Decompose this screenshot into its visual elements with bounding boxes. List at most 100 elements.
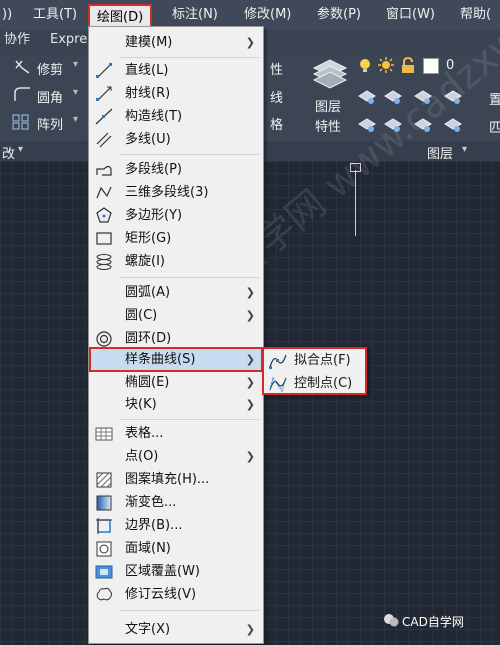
fillet-button[interactable]: 圆角: [37, 87, 63, 106]
modify-panel-title[interactable]: 改: [2, 143, 15, 162]
sun-icon[interactable]: [378, 57, 395, 74]
wipeout-icon: [95, 565, 113, 579]
menu-item-label: 点(O): [125, 449, 159, 464]
polyline-icon: [96, 165, 112, 176]
fillet-dropdown-icon[interactable]: ▾: [73, 87, 78, 98]
menu-item-circle[interactable]: 圆(C) ❯: [89, 304, 263, 327]
modify-panel-expand-icon[interactable]: ▾: [18, 144, 23, 155]
menu-item-arc[interactable]: 圆弧(A) ❯: [89, 281, 263, 304]
current-layer-value[interactable]: 0: [446, 58, 454, 73]
menu-item-label: 区域覆盖(W): [125, 564, 200, 579]
menu-item-label: 矩形(G): [125, 231, 172, 246]
submenu-arrow-icon: ❯: [245, 623, 255, 636]
menu-item-polyline[interactable]: 多段线(P): [89, 158, 263, 181]
menu-item-point[interactable]: 点(O) ❯: [89, 445, 263, 468]
donut-icon: [96, 331, 112, 347]
menu-item-polygon[interactable]: 多边形(Y): [89, 204, 263, 227]
trim-button[interactable]: 修剪: [37, 59, 63, 78]
menu-item-line[interactable]: 直线(L): [89, 59, 263, 82]
layer-color-swatch[interactable]: [423, 58, 439, 74]
layer-properties-label-2[interactable]: 特性: [315, 116, 341, 135]
menu-item-revcloud[interactable]: 修订云线(V): [89, 583, 263, 606]
menu-item-tools[interactable]: 工具(T): [33, 0, 77, 30]
3d-polyline-icon: [96, 186, 112, 199]
ribbon-fragment-2: 线: [270, 91, 284, 106]
menu-item-label: 渐变色...: [125, 495, 177, 510]
menu-item-window[interactable]: 窗口(W): [386, 0, 435, 30]
menu-item-label: 椭圆(E): [125, 375, 170, 390]
submenu-item-control-vertices[interactable]: 控制点(C): [264, 373, 365, 395]
menu-item-label: 圆(C): [125, 308, 158, 323]
menu-item-label: 块(K): [125, 397, 157, 412]
menu-item-label: 螺旋(I): [125, 254, 165, 269]
boundary-icon: [96, 518, 112, 534]
ribbon-fragment-3: 格: [270, 118, 284, 133]
menu-item-block[interactable]: 块(K) ❯: [89, 393, 263, 416]
menu-item-label: 多段线(P): [125, 162, 182, 177]
menu-separator: [119, 277, 259, 278]
control-vertices-icon: [269, 376, 287, 393]
fillet-icon: [14, 87, 30, 101]
menu-item-label: 建模(M): [125, 35, 173, 50]
menu-item-rectangle[interactable]: 矩形(G): [89, 227, 263, 250]
menu-item-label: 样条曲线(S): [125, 352, 196, 367]
menu-item-modeling[interactable]: 建模(M) ❯: [89, 31, 263, 54]
draw-menu-dropdown: 建模(M) ❯ 直线(L) 射线(R) 构造线(T) 多线(U) 多段线(P) …: [88, 26, 264, 644]
menu-item-partial[interactable]: )): [2, 0, 12, 30]
menu-item-label: 修订云线(V): [125, 587, 197, 602]
menu-separator: [119, 419, 259, 420]
trim-dropdown-icon[interactable]: ▾: [73, 59, 78, 70]
menu-item-parametric[interactable]: 参数(P): [317, 0, 361, 30]
menu-item-region[interactable]: 面域(N): [89, 537, 263, 560]
menu-separator: [119, 610, 259, 611]
array-dropdown-icon[interactable]: ▾: [73, 114, 78, 125]
array-icon: [12, 114, 29, 130]
submenu-arrow-icon: ❯: [245, 398, 255, 411]
menu-item-ray[interactable]: 射线(R): [89, 82, 263, 105]
submenu-arrow-icon: ❯: [245, 353, 255, 366]
submenu-item-label: 拟合点(F): [294, 353, 351, 368]
menu-item-label: 面域(N): [125, 541, 171, 556]
ray-icon: [96, 86, 112, 101]
menu-item-label: 图案填充(H)...: [125, 472, 210, 487]
layer-panel-title[interactable]: 图层: [427, 143, 453, 162]
menu-item-helix[interactable]: 螺旋(I): [89, 250, 263, 273]
menu-item-ellipse[interactable]: 椭圆(E) ❯: [89, 371, 263, 394]
tab-collaborate[interactable]: 协作: [4, 30, 30, 50]
revcloud-icon: [96, 587, 112, 601]
layer-properties-label-1[interactable]: 图层: [315, 96, 341, 115]
menu-item-multiline[interactable]: 多线(U): [89, 128, 263, 151]
menu-item-construction-line[interactable]: 构造线(T): [89, 105, 263, 128]
polygon-icon: [96, 207, 112, 223]
submenu-arrow-icon: ❯: [245, 450, 255, 463]
menu-item-hatch[interactable]: 图案填充(H)...: [89, 468, 263, 491]
menu-item-help[interactable]: 帮助(: [460, 0, 491, 30]
submenu-arrow-icon: ❯: [245, 376, 255, 389]
menu-item-boundary[interactable]: 边界(B)...: [89, 514, 263, 537]
menu-item-gradient[interactable]: 渐变色...: [89, 491, 263, 514]
array-button[interactable]: 阵列: [37, 114, 63, 133]
region-icon: [96, 541, 112, 557]
lock-icon[interactable]: [400, 57, 416, 74]
wechat-icon: [384, 614, 399, 627]
menu-item-label: 边界(B)...: [125, 518, 183, 533]
ribbon-fragment-1: 性: [270, 63, 284, 78]
menu-item-spline[interactable]: 样条曲线(S) ❯: [89, 347, 263, 372]
submenu-item-fit-points[interactable]: 拟合点(F): [264, 350, 365, 372]
menu-item-label: 直线(L): [125, 63, 169, 78]
layer-tools-icon-group[interactable]: [357, 88, 487, 138]
gradient-icon: [96, 495, 112, 511]
hatch-icon: [96, 472, 112, 488]
layer-tool-fragment-1: 置: [489, 93, 500, 108]
fit-points-icon: [269, 354, 287, 369]
layer-panel-expand-icon[interactable]: ▾: [462, 144, 467, 155]
menu-item-3d-polyline[interactable]: 三维多段线(3): [89, 181, 263, 204]
spline-submenu: 拟合点(F) 控制点(C): [262, 347, 367, 395]
menu-item-wipeout[interactable]: 区域覆盖(W): [89, 560, 263, 583]
menu-item-table[interactable]: 表格...: [89, 422, 263, 445]
menu-item-label: 圆弧(A): [125, 285, 171, 300]
menu-item-label: 表格...: [125, 426, 164, 441]
layer-tool-fragment-2: 匹: [489, 121, 500, 136]
menu-item-text[interactable]: 文字(X) ❯: [89, 618, 263, 641]
bulb-on-icon[interactable]: [358, 58, 373, 73]
